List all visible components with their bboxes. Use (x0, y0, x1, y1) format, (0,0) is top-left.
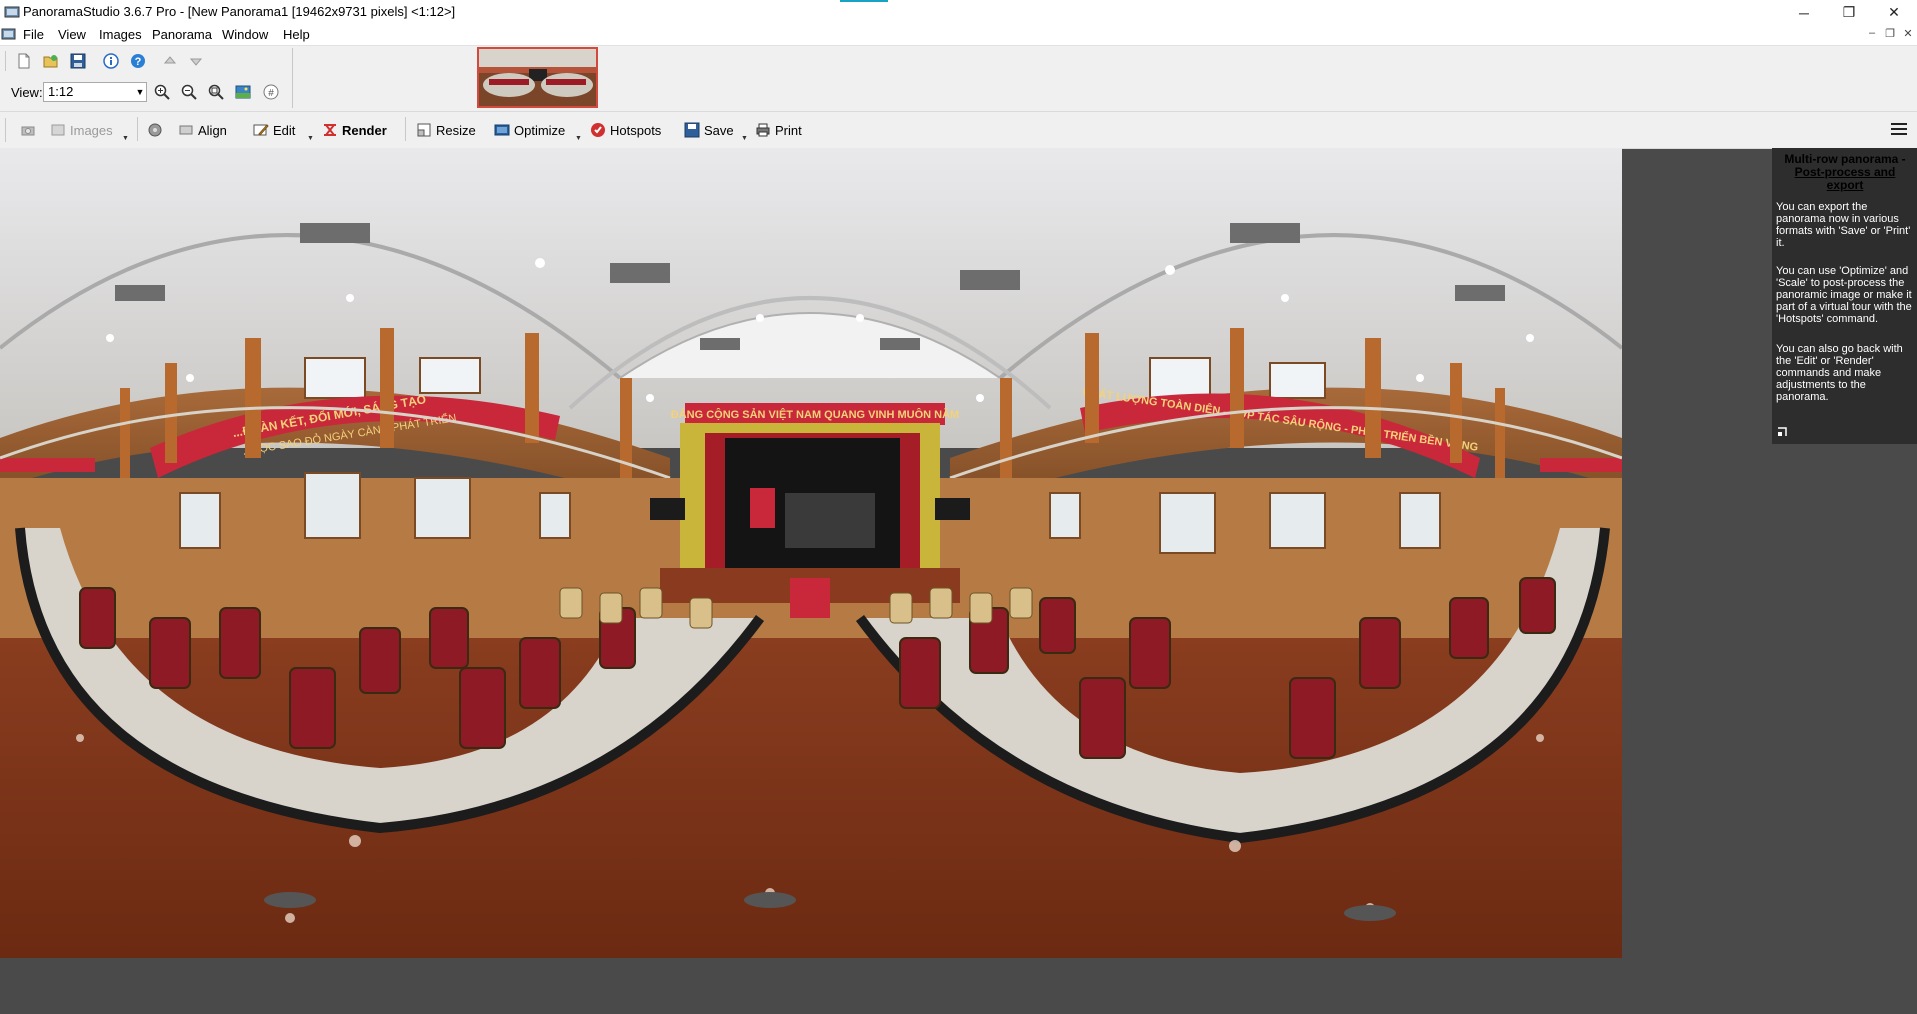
menu-file[interactable]: File (23, 27, 44, 42)
document-icon[interactable] (1, 27, 16, 42)
optimize-button[interactable]: Optimize (494, 120, 565, 140)
align-button-label: Align (198, 122, 227, 138)
side-panel-title: Multi-row panorama - Post-process and ex… (1776, 153, 1914, 192)
grid-icon[interactable]: # (261, 82, 281, 102)
panorama-thumbnail[interactable] (477, 47, 598, 108)
side-panel-paragraph-1: You can export the panorama now in vario… (1776, 201, 1911, 249)
help-icon[interactable]: ? (127, 50, 149, 72)
preview-image-icon[interactable] (233, 82, 253, 102)
banner-center-text: ĐẢNG CỘNG SẢN VIỆT NAM QUANG VINH MUÔN N… (671, 408, 959, 421)
redo-icon[interactable] (185, 50, 207, 72)
edit-button[interactable]: Edit (253, 120, 295, 140)
minimize-button[interactable]: ─ (1781, 0, 1827, 25)
menu-panorama[interactable]: Panorama (152, 27, 212, 42)
close-button[interactable]: ✕ (1871, 0, 1917, 25)
align-button[interactable]: Align (178, 120, 227, 140)
zoom-out-icon[interactable] (179, 82, 199, 102)
mdi-restore-button[interactable]: ❐ (1881, 24, 1899, 42)
view-label: View: (11, 85, 43, 100)
window-title: PanoramaStudio 3.6.7 Pro - [New Panorama… (23, 4, 456, 19)
toolbar-grip (5, 51, 6, 71)
title-accent (840, 0, 888, 2)
main-toolbar (0, 45, 1917, 112)
chevron-down-icon[interactable]: ▼ (134, 82, 146, 102)
resize-button[interactable]: Resize (416, 120, 476, 140)
new-icon[interactable] (13, 50, 35, 72)
render-button-label: Render (342, 122, 387, 138)
side-panel-paragraph-3: You can also go back with the 'Edit' or … (1776, 343, 1903, 403)
mdi-minimize-button[interactable]: – (1863, 24, 1881, 42)
svg-text:?: ? (135, 56, 142, 68)
edit-button-label: Edit (273, 122, 296, 138)
collapse-panel-icon[interactable] (1776, 426, 1788, 438)
side-panel-title-line2: Post-process and export (1794, 165, 1896, 192)
toolbar-separator (405, 117, 406, 141)
menu-help[interactable]: Help (283, 27, 310, 42)
save-icon[interactable] (67, 50, 89, 72)
toolbar-separator (292, 48, 293, 108)
side-panel-paragraph-2: You can use 'Optimize' and 'Scale' to po… (1776, 265, 1912, 325)
menu-view[interactable]: View (58, 27, 86, 42)
dropdown-arrow-icon[interactable]: ▼ (741, 135, 748, 142)
toolbar-separator (137, 117, 138, 141)
dropdown-arrow-icon[interactable]: ▼ (307, 135, 314, 142)
hotspots-button[interactable]: Hotspots (590, 120, 661, 140)
undo-icon[interactable] (159, 50, 181, 72)
save-button[interactable]: Save (684, 120, 734, 140)
print-button-label: Print (775, 122, 802, 138)
hotspots-button-label: Hotspots (610, 122, 662, 138)
info-icon[interactable] (100, 50, 122, 72)
dropdown-arrow-icon[interactable]: ▼ (122, 135, 129, 142)
images-button[interactable]: Images (50, 120, 113, 140)
toolbar-grip (5, 118, 6, 142)
svg-text:#: # (268, 88, 274, 99)
zoom-fit-icon[interactable] (206, 82, 226, 102)
hamburger-menu-icon[interactable] (1890, 121, 1908, 137)
view-zoom-select[interactable]: 1:12 (43, 82, 147, 102)
menu-images[interactable]: Images (99, 27, 142, 42)
menu-window[interactable]: Window (222, 27, 268, 42)
dropdown-arrow-icon[interactable]: ▼ (575, 135, 582, 142)
restore-button[interactable]: ❐ (1826, 0, 1872, 25)
app-icon (4, 4, 20, 20)
images-button-label: Images (70, 122, 113, 138)
print-button[interactable]: Print (755, 120, 802, 140)
render-button[interactable]: Render (322, 120, 387, 140)
camera-icon[interactable] (20, 120, 40, 140)
resize-button-label: Resize (436, 122, 476, 138)
panorama-image[interactable]: ...ĐOÀN KẾT, ĐỔI MỚI, SÁNG TẠO ...HỌC SA… (0, 148, 1622, 958)
open-icon[interactable] (40, 50, 62, 72)
save-button-label: Save (704, 122, 734, 138)
mdi-close-button[interactable]: ✕ (1899, 24, 1917, 42)
zoom-in-icon[interactable] (152, 82, 172, 102)
optimize-button-label: Optimize (514, 122, 566, 138)
stitch-icon[interactable] (147, 120, 167, 140)
